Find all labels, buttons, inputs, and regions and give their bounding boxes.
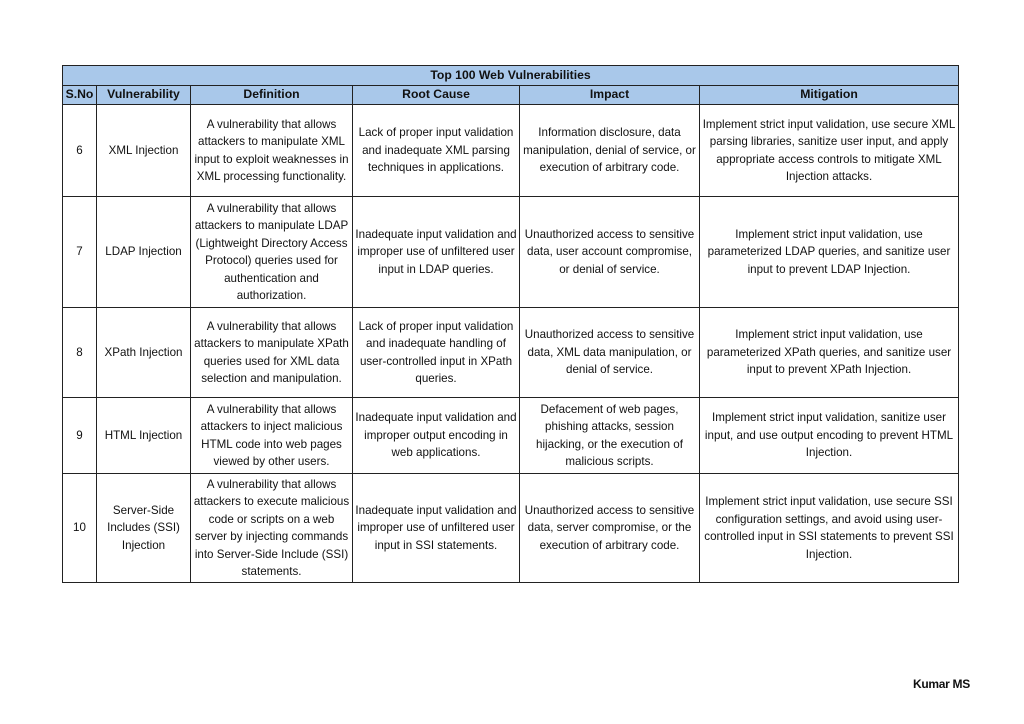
cell-definition: A vulnerability that allows attackers to… <box>190 307 353 398</box>
cell-definition: A vulnerability that allows attackers to… <box>190 104 353 197</box>
table-title-row: Top 100 Web Vulnerabilities <box>62 65 959 86</box>
cell-sno: 10 <box>62 473 97 583</box>
cell-impact: Unauthorized access to sensitive data, u… <box>519 196 700 308</box>
cell-definition: A vulnerability that allows attackers to… <box>190 397 353 474</box>
cell-vulnerability: LDAP Injection <box>96 196 191 308</box>
cell-sno: 6 <box>62 104 97 197</box>
cell-definition: A vulnerability that allows attackers to… <box>190 196 353 308</box>
table-row: 10 Server-Side Includes (SSI) Injection … <box>62 473 959 583</box>
column-header-vulnerability: Vulnerability <box>96 85 191 105</box>
cell-impact: Unauthorized access to sensitive data, X… <box>519 307 700 398</box>
cell-vulnerability: HTML Injection <box>96 397 191 474</box>
cell-impact: Information disclosure, data manipulatio… <box>519 104 700 197</box>
cell-root-cause: Inadequate input validation and improper… <box>352 196 520 308</box>
table-row: 9 HTML Injection A vulnerability that al… <box>62 397 959 474</box>
cell-impact: Defacement of web pages, phishing attack… <box>519 397 700 474</box>
vulnerabilities-table: Top 100 Web Vulnerabilities S.No Vulnera… <box>62 65 959 583</box>
cell-root-cause: Inadequate input validation and improper… <box>352 473 520 583</box>
cell-impact: Unauthorized access to sensitive data, s… <box>519 473 700 583</box>
table-row: 6 XML Injection A vulnerability that all… <box>62 104 959 197</box>
column-header-sno: S.No <box>62 85 97 105</box>
column-header-root-cause: Root Cause <box>352 85 520 105</box>
column-header-definition: Definition <box>190 85 353 105</box>
cell-vulnerability: XPath Injection <box>96 307 191 398</box>
cell-mitigation: Implement strict input validation, use p… <box>699 307 959 398</box>
table-title: Top 100 Web Vulnerabilities <box>62 65 959 86</box>
cell-mitigation: Implement strict input validation, use s… <box>699 473 959 583</box>
table-row: 8 XPath Injection A vulnerability that a… <box>62 307 959 398</box>
author-signature: Kumar MS <box>913 677 970 691</box>
cell-mitigation: Implement strict input validation, use p… <box>699 196 959 308</box>
column-header-impact: Impact <box>519 85 700 105</box>
cell-definition: A vulnerability that allows attackers to… <box>190 473 353 583</box>
cell-sno: 7 <box>62 196 97 308</box>
cell-root-cause: Lack of proper input validation and inad… <box>352 307 520 398</box>
table-row: 7 LDAP Injection A vulnerability that al… <box>62 196 959 308</box>
cell-sno: 9 <box>62 397 97 474</box>
cell-mitigation: Implement strict input validation, sanit… <box>699 397 959 474</box>
cell-vulnerability: XML Injection <box>96 104 191 197</box>
cell-root-cause: Inadequate input validation and improper… <box>352 397 520 474</box>
cell-vulnerability: Server-Side Includes (SSI) Injection <box>96 473 191 583</box>
cell-mitigation: Implement strict input validation, use s… <box>699 104 959 197</box>
cell-sno: 8 <box>62 307 97 398</box>
column-header-mitigation: Mitigation <box>699 85 959 105</box>
table-header-row: S.No Vulnerability Definition Root Cause… <box>62 85 959 105</box>
cell-root-cause: Lack of proper input validation and inad… <box>352 104 520 197</box>
